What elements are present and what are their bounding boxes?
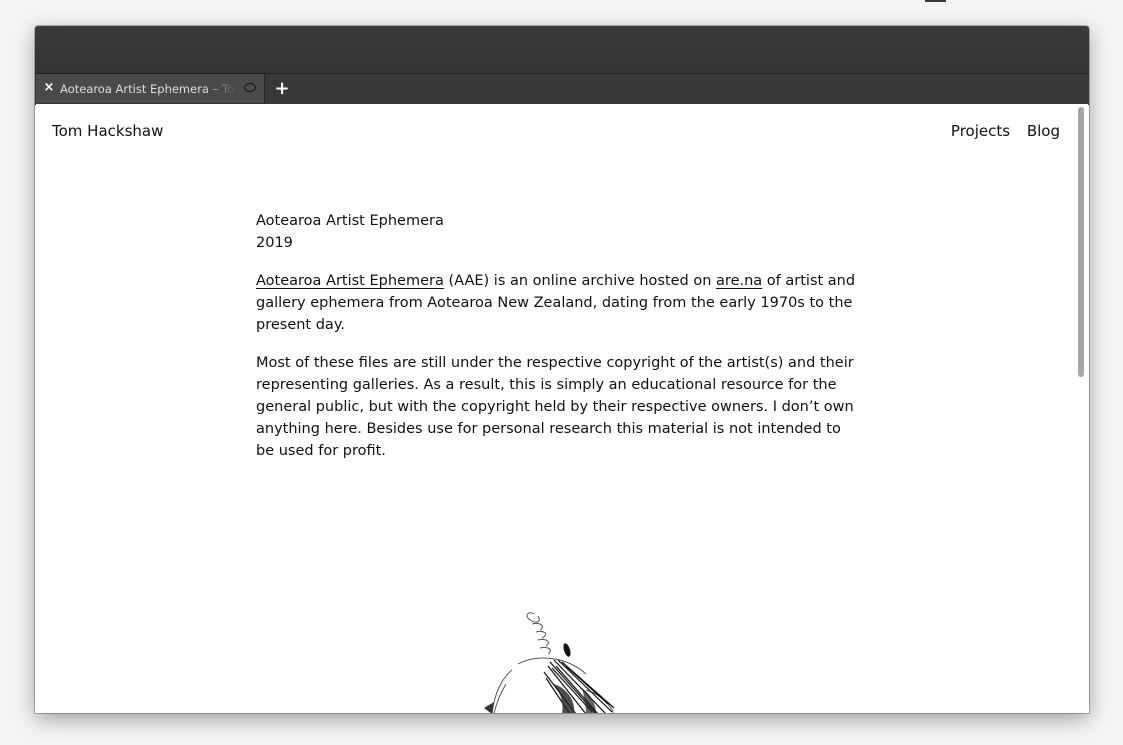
nav-projects-link[interactable]: Projects bbox=[951, 122, 1010, 140]
tab-bar: × Aotearoa Artist Ephemera – Tom Hacksha… bbox=[35, 74, 1089, 105]
page-viewport[interactable]: Tom Hackshaw Projects Blog Aotearoa Arti… bbox=[36, 104, 1088, 713]
close-tab-icon[interactable]: × bbox=[43, 80, 55, 96]
tab-active[interactable]: × Aotearoa Artist Ephemera – Tom Hacksha… bbox=[36, 74, 265, 103]
project-header: Aotearoa Artist Ephemera 2019 bbox=[256, 210, 856, 254]
intro-paragraph: Aotearoa Artist Ephemera (AAE) is an onl… bbox=[256, 270, 856, 336]
intro-text-a: (AAE) is an online archive hosted on bbox=[443, 273, 717, 289]
site-name-link[interactable]: Tom Hackshaw bbox=[52, 122, 163, 140]
copyright-paragraph: Most of these files are still under the … bbox=[256, 355, 854, 459]
aae-link[interactable]: Aotearoa Artist Ephemera bbox=[256, 273, 444, 289]
project-title: Aotearoa Artist Ephemera bbox=[256, 213, 444, 229]
desktop: × Aotearoa Artist Ephemera – Tom Hacksha… bbox=[0, 0, 1123, 745]
project-content: Aotearoa Artist Ephemera 2019 Aotearoa A… bbox=[256, 210, 856, 478]
arena-link[interactable]: are.na bbox=[716, 273, 762, 289]
artwork-mark bbox=[563, 643, 571, 657]
browser-window: × Aotearoa Artist Ephemera – Tom Hacksha… bbox=[35, 26, 1089, 713]
site-nav: Projects Blog bbox=[939, 122, 1060, 140]
window-titlebar[interactable] bbox=[35, 26, 1089, 74]
artwork-image bbox=[484, 612, 615, 713]
desktop-panel-mark bbox=[925, 0, 946, 2]
tab-audio-indicator-icon bbox=[244, 83, 256, 92]
new-tab-button[interactable]: + bbox=[271, 78, 293, 100]
scrollbar-thumb[interactable] bbox=[1078, 107, 1084, 377]
project-year: 2019 bbox=[256, 235, 293, 251]
nav-blog-link[interactable]: Blog bbox=[1027, 122, 1060, 140]
tab-title: Aotearoa Artist Ephemera – Tom Hackshaw bbox=[60, 82, 236, 96]
